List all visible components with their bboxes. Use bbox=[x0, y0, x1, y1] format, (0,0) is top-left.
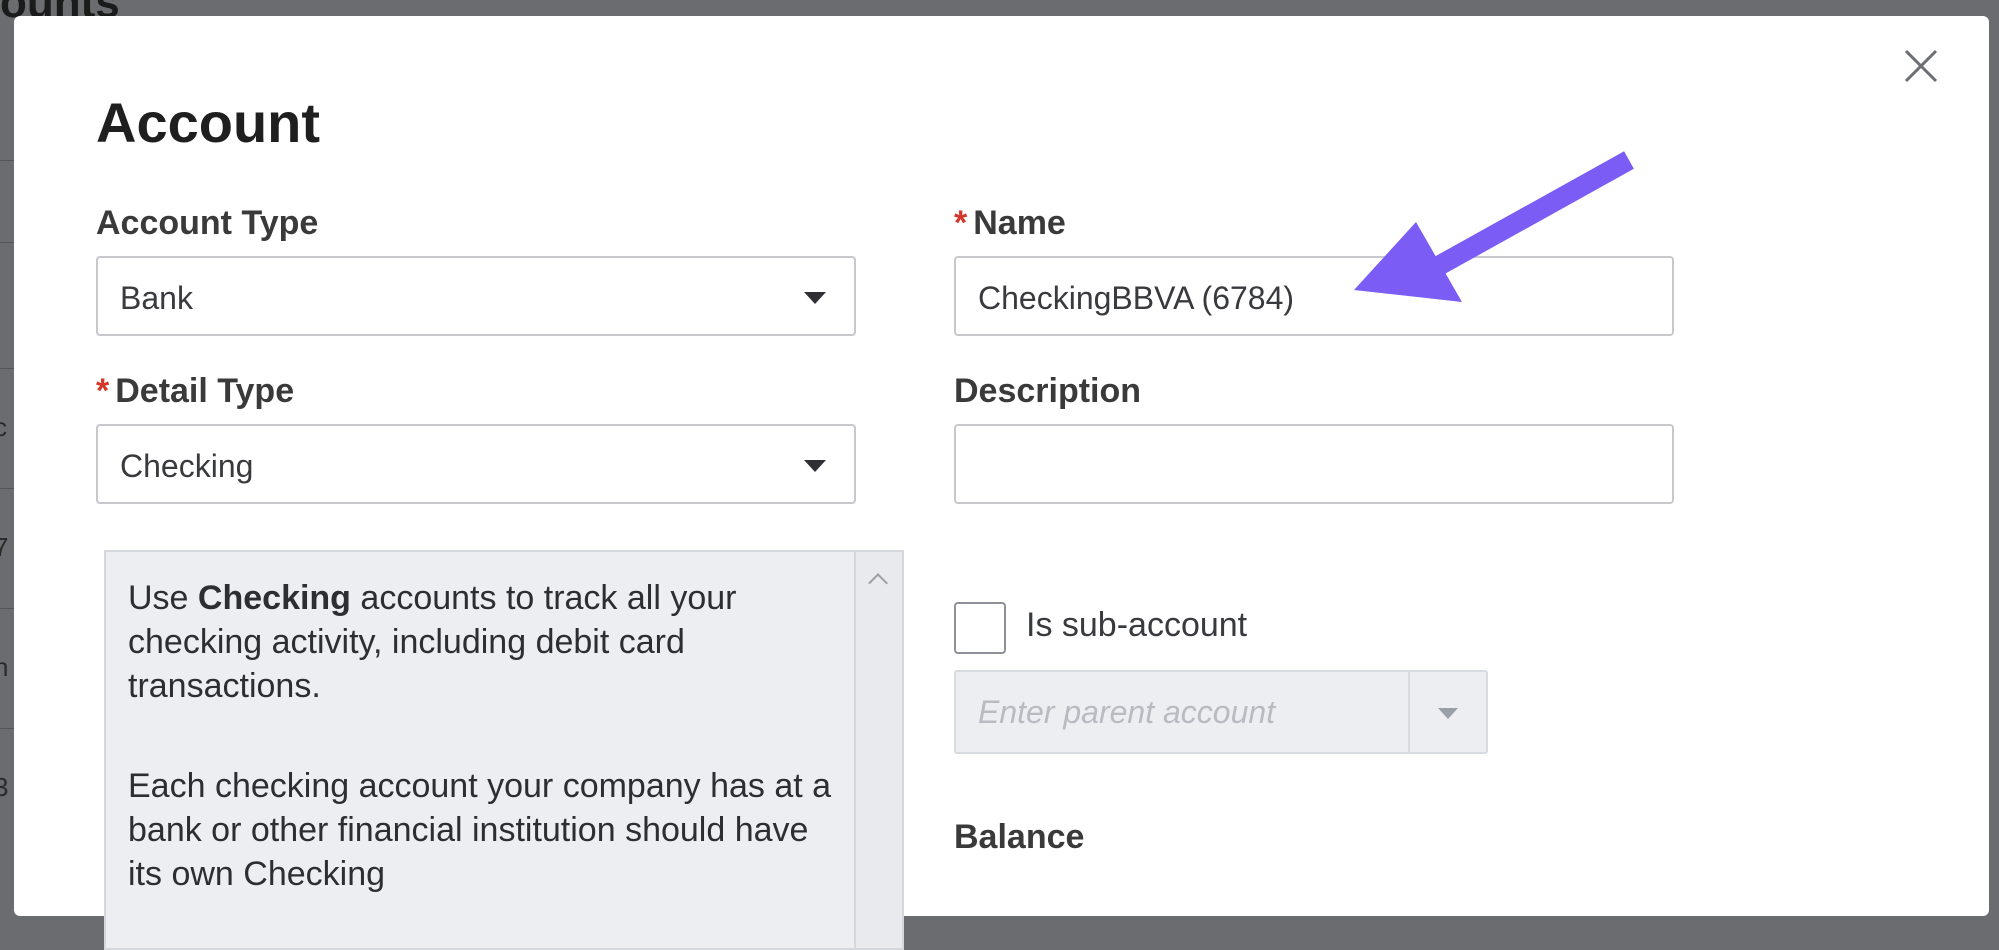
description-label: Description bbox=[954, 372, 1142, 410]
parent-account-select[interactable]: Enter parent account bbox=[954, 670, 1488, 754]
required-asterisk: * bbox=[96, 372, 110, 410]
help-paragraph-2: Each checking account your company has a… bbox=[128, 767, 832, 893]
background-row-text: c bbox=[0, 412, 7, 442]
required-asterisk: * bbox=[954, 204, 968, 242]
detail-type-label: * Detail Type bbox=[96, 372, 294, 411]
balance-label: Balance bbox=[954, 818, 1085, 856]
select-divider bbox=[1408, 672, 1410, 752]
sub-account-checkbox[interactable] bbox=[954, 602, 1006, 654]
name-label: * Name bbox=[954, 204, 1066, 243]
help-text-bold: Checking bbox=[197, 579, 351, 617]
account-type-select[interactable]: Bank bbox=[96, 256, 856, 336]
scroll-up-icon[interactable] bbox=[868, 573, 888, 593]
parent-account-placeholder: Enter parent account bbox=[978, 694, 1276, 730]
chevron-down-icon[interactable] bbox=[1438, 708, 1458, 719]
name-value: CheckingBBVA (6784) bbox=[978, 280, 1295, 316]
background-divider bbox=[0, 608, 14, 609]
description-input[interactable] bbox=[954, 424, 1674, 504]
detail-type-help-panel: Use Checking accounts to track all your … bbox=[104, 550, 904, 950]
account-dialog: Account Account Type Bank * Name Checking… bbox=[14, 16, 1989, 950]
account-type-label: Account Type bbox=[96, 204, 319, 242]
close-icon[interactable] bbox=[1901, 46, 1941, 86]
dialog-title: Account bbox=[96, 91, 320, 154]
name-label-text: Name bbox=[973, 204, 1066, 242]
detail-type-select[interactable]: Checking bbox=[96, 424, 856, 504]
background-row-text: 3 bbox=[0, 772, 9, 802]
background-row-text: n bbox=[0, 652, 9, 682]
annotation-arrow-icon bbox=[1354, 151, 1634, 302]
background-row-text: 7 bbox=[0, 532, 9, 562]
account-type-value: Bank bbox=[120, 280, 193, 316]
help-text: Use bbox=[128, 579, 198, 617]
sub-account-label: Is sub-account bbox=[1026, 606, 1248, 644]
background-divider bbox=[0, 368, 14, 369]
chevron-down-icon bbox=[804, 460, 826, 472]
background-divider bbox=[0, 160, 14, 161]
background-divider bbox=[0, 242, 14, 243]
detail-type-value: Checking bbox=[120, 448, 254, 484]
help-scrollbar[interactable] bbox=[854, 552, 902, 948]
chevron-down-icon bbox=[804, 292, 826, 304]
background-divider bbox=[0, 488, 14, 489]
help-paragraph-1: Use Checking accounts to track all your … bbox=[128, 576, 848, 708]
detail-type-label-text: Detail Type bbox=[115, 372, 295, 410]
background-divider bbox=[0, 728, 14, 729]
